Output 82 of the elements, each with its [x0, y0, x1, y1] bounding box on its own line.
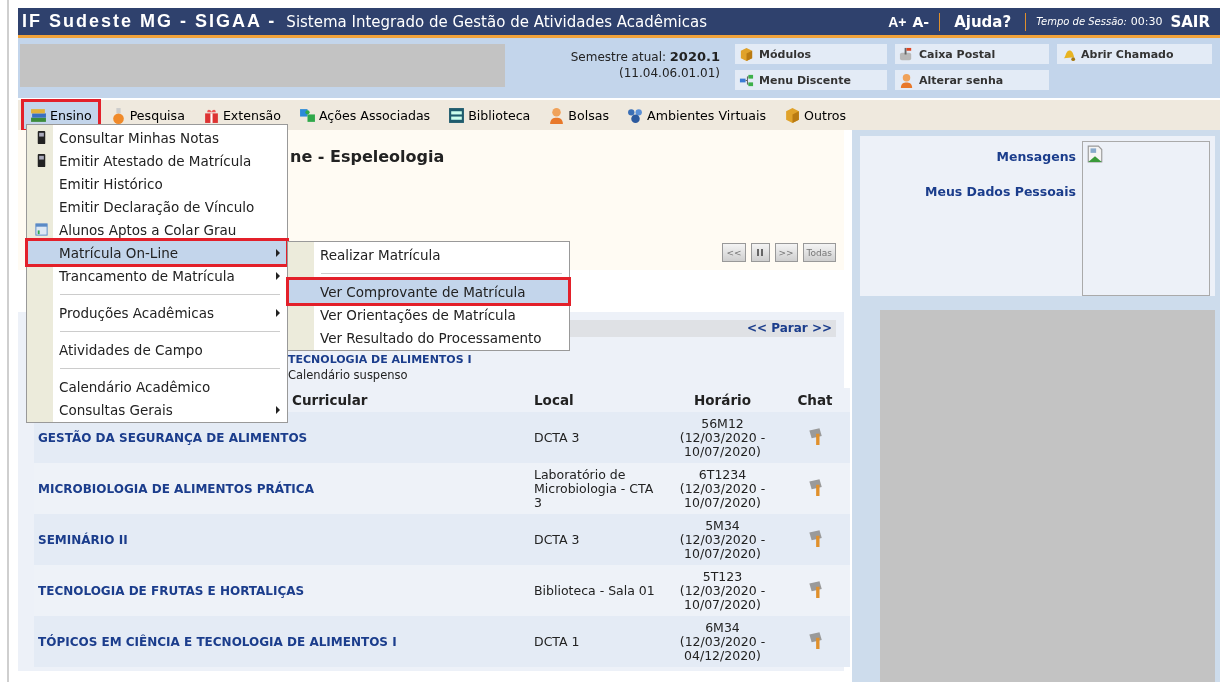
font-decrease-button[interactable]: A- [912, 13, 930, 30]
menu-item[interactable]: Emitir Histórico [28, 172, 286, 195]
shortcut-button[interactable]: Caixa Postal [895, 44, 1049, 64]
books-icon [30, 106, 47, 124]
menu-item[interactable]: Consultas Gerais [28, 398, 286, 421]
person-icon [899, 72, 914, 88]
bookshelf-icon [448, 106, 466, 124]
table-cell: DCTA 1 [530, 616, 665, 667]
shortcut-button[interactable]: Abrir Chamado [1057, 44, 1212, 64]
mailbox-icon [899, 46, 914, 62]
flag-icon [806, 427, 824, 445]
next-button[interactable]: >> [774, 243, 798, 262]
pause-button[interactable] [750, 243, 770, 262]
person-icon [548, 106, 566, 124]
previous-button[interactable]: << [722, 243, 746, 262]
help-link[interactable]: Ajuda? [954, 12, 1012, 31]
network-icon [627, 106, 645, 124]
menu-item[interactable]: Realizar Matrícula [289, 243, 568, 266]
page-heading: ne - Espeleologia [290, 146, 446, 166]
course-link[interactable]: SEMINÁRIO II [38, 532, 128, 547]
site-title: IF Sudeste MG - SIGAA - [22, 11, 277, 32]
calendar-note: Calendário suspenso [288, 368, 409, 382]
menu-item[interactable]: Bolsas [542, 101, 616, 129]
session-time: 00:30 [1130, 15, 1163, 28]
table-cell: 5T123 (12/03/2020 - 10/07/2020) [665, 565, 780, 616]
show-all-button[interactable]: Todas [802, 243, 836, 262]
menu-item[interactable]: Produções Acadêmicas [28, 301, 286, 324]
column-header: Horário [694, 392, 751, 408]
menu-item[interactable]: Ver Orientações de Matrícula [289, 303, 568, 326]
system-name: Sistema Integrado de Gestão de Atividades Acadêmicas [286, 12, 708, 31]
stop-link[interactable]: << Parar >> [746, 321, 832, 335]
course-link[interactable]: TECNOLOGIA DE FRUTAS E HORTALIÇAS [38, 583, 305, 598]
table-cell: DCTA 3 [530, 412, 665, 463]
menu-item[interactable]: Ações Associadas [292, 101, 437, 129]
menu-item[interactable]: Calendário Acadêmico [28, 375, 286, 398]
course-link[interactable]: MICROBIOLOGIA DE ALIMENTOS PRÁTICA [38, 481, 314, 496]
menu-item[interactable]: Ver Resultado do Processamento [289, 326, 568, 349]
table-cell: 6M34 (12/03/2020 - 04/12/2020) [665, 616, 780, 667]
menu-item[interactable]: Consultar Minhas Notas [28, 126, 286, 149]
chart-icon [33, 222, 49, 237]
flag-icon [806, 529, 824, 547]
shortcut-button[interactable]: Módulos [735, 44, 887, 64]
box-icon [739, 46, 754, 62]
profile-link[interactable]: Mensagens [996, 149, 1076, 164]
tree-icon [739, 72, 754, 88]
table-cell: 5M34 (12/03/2020 - 10/07/2020) [665, 514, 780, 565]
puzzle-icon [298, 106, 316, 124]
menu-item[interactable]: Ver Comprovante de Matrícula [289, 280, 568, 303]
menu-item[interactable]: Matrícula On-Line [28, 241, 286, 264]
menu-item[interactable]: Pesquisa [103, 101, 191, 129]
broken-image-icon [1086, 145, 1104, 163]
flag-icon [806, 580, 824, 598]
course-name: TECNOLOGIA DE ALIMENTOS I [288, 353, 473, 366]
menu-item[interactable]: Emitir Declaração de Vínculo [28, 195, 286, 218]
course-link[interactable]: GESTÃO DA SEGURANÇA DE ALIMENTOS [38, 430, 308, 445]
font-increase-button[interactable]: A+ [888, 13, 907, 30]
table-cell: DCTA 3 [530, 514, 665, 565]
table-cell: Laboratório de Microbiologia - CTA 3 [530, 463, 665, 514]
shortcut-button[interactable]: Alterar senha [895, 70, 1049, 90]
menu-item[interactable]: Trancamento de Matrícula [28, 264, 286, 287]
flag-icon [806, 478, 824, 496]
table-cell: 56M12 (12/03/2020 - 10/07/2020) [665, 412, 780, 463]
table-cell: 6T1234 (12/03/2020 - 10/07/2020) [665, 463, 780, 514]
menu-item[interactable]: Atividades de Campo [28, 338, 286, 361]
semester-label: Semestre atual: 2020.1 [569, 49, 720, 65]
box-icon [784, 106, 802, 124]
column-header: Local [534, 392, 574, 408]
table-cell: Biblioteca - Sala 01 [530, 565, 665, 616]
logout-link[interactable]: SAIR [1170, 12, 1210, 31]
menu-item[interactable]: Ambientes Virtuais [621, 101, 773, 129]
menu-item[interactable]: Extensão [196, 101, 287, 129]
profile-link[interactable]: Meus Dados Pessoais [925, 184, 1076, 199]
menu-item[interactable]: Emitir Atestado de Matrícula [28, 149, 286, 172]
menu-item[interactable]: Biblioteca [442, 101, 537, 129]
flag-icon [806, 631, 824, 649]
menu-item[interactable]: Outros [778, 101, 853, 129]
column-header: Curricular [292, 392, 368, 408]
student-code: (11.04.06.01.01) [618, 65, 720, 81]
session-label: Tempo de Sessão: [1036, 16, 1127, 27]
menu-item[interactable]: Alunos Aptos a Colar Grau [28, 218, 286, 241]
column-header: Chat [797, 392, 833, 408]
shortcut-button[interactable]: Menu Discente [735, 70, 887, 90]
